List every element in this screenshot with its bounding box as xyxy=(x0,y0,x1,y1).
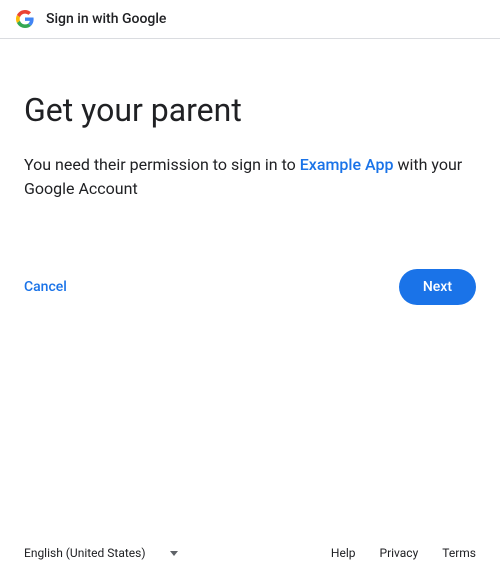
button-row: Cancel Next xyxy=(24,269,476,305)
footer: English (United States) Help Privacy Ter… xyxy=(0,532,500,574)
terms-link[interactable]: Terms xyxy=(442,546,476,560)
language-selector[interactable]: English (United States) xyxy=(24,546,178,560)
help-link[interactable]: Help xyxy=(331,546,356,560)
description-prefix: You need their permission to sign in to xyxy=(24,155,300,174)
app-name-link[interactable]: Example App xyxy=(300,155,394,174)
google-logo-icon xyxy=(16,10,34,28)
main-content: Get your parent You need their permissio… xyxy=(0,39,500,532)
page-title: Get your parent xyxy=(24,91,476,129)
cancel-button[interactable]: Cancel xyxy=(24,271,67,303)
footer-links: Help Privacy Terms xyxy=(331,546,476,560)
language-label: English (United States) xyxy=(24,546,146,560)
description-text: You need their permission to sign in to … xyxy=(24,153,476,201)
header-title: Sign in with Google xyxy=(46,11,166,27)
next-button[interactable]: Next xyxy=(399,269,476,305)
privacy-link[interactable]: Privacy xyxy=(380,546,419,560)
chevron-down-icon xyxy=(170,551,178,556)
header-bar: Sign in with Google xyxy=(0,0,500,39)
